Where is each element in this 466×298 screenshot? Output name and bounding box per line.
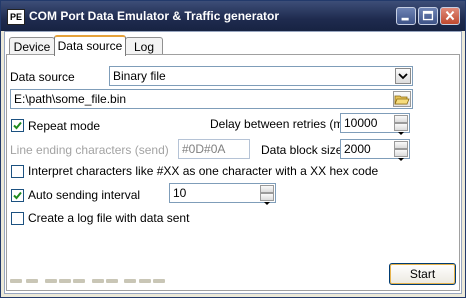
tab-data-source[interactable]: Data source [54,35,126,56]
window-title: COM Port Data Emulator & Traffic generat… [29,9,280,23]
minimize-button[interactable] [396,7,416,25]
block-size-spinbox[interactable]: 2000 [340,139,410,161]
maximize-button[interactable] [418,7,438,25]
close-icon [445,10,455,21]
client-area: Device Data source Log Data source Binar… [4,31,462,294]
app-window: PE COM Port Data Emulator & Traffic gene… [0,0,466,298]
line-ending-value: #0D#0A [182,142,226,156]
block-size-label: Data block size [261,143,343,157]
spin-down-button[interactable] [260,193,274,205]
status-segment [92,279,104,283]
status-segment [45,279,57,283]
folder-open-icon [394,95,410,105]
status-segment [153,279,165,283]
arrow-down-icon [264,202,270,205]
line-ending-field[interactable]: #0D#0A [178,139,250,159]
status-segment [139,279,151,283]
spin-up-button[interactable] [394,141,408,154]
app-icon: PE [7,9,25,25]
block-size-spinner[interactable] [394,141,408,161]
start-button[interactable]: Start [389,263,456,285]
title-bar[interactable]: PE COM Port Data Emulator & Traffic gene… [1,1,465,31]
status-segment [26,279,38,283]
status-segment [106,279,118,283]
delay-label: Delay between retries (ms) [210,117,354,131]
spin-down-button[interactable] [394,149,408,161]
arrow-down-icon [398,132,404,135]
check-icon [13,121,22,130]
spin-up-button[interactable] [260,185,274,198]
status-segment [73,279,85,283]
repeat-mode-checkbox[interactable] [11,119,24,132]
block-size-value: 2000 [344,142,371,156]
maximize-icon [422,10,434,21]
dropdown-button[interactable] [395,68,411,84]
tab-log[interactable]: Log [125,37,163,55]
log-file-checkbox[interactable] [11,212,24,225]
spin-down-button[interactable] [394,123,408,135]
close-button[interactable] [440,7,460,25]
file-path-field[interactable]: E:\path\some_file.bin [10,89,413,109]
arrow-down-icon [398,158,404,161]
auto-send-checkbox[interactable] [11,189,24,202]
auto-send-value: 10 [173,186,187,200]
file-path-value: E:\path\some_file.bin [14,92,127,106]
interpret-label: Interpret characters like #XX as one cha… [28,164,379,178]
browse-button[interactable] [393,91,411,107]
repeat-mode-label: Repeat mode [28,119,101,133]
status-segment [59,279,71,283]
chevron-down-icon [398,73,408,80]
minimize-icon [401,17,409,21]
tab-device[interactable]: Device [9,37,55,55]
auto-send-spinbox[interactable]: 10 [169,183,276,205]
data-source-panel: Data source Binary file E:\path\some_fil… [6,54,460,291]
data-source-select[interactable]: Binary file [109,66,413,86]
delay-spinbox[interactable]: 10000 [340,113,410,135]
check-icon [13,191,22,200]
auto-send-label: Auto sending interval [28,188,141,202]
log-file-label: Create a log file with data sent [28,211,190,225]
interpret-checkbox[interactable] [11,165,24,178]
delay-value: 10000 [344,116,378,130]
delay-spinner[interactable] [394,115,408,135]
auto-send-spinner[interactable] [260,185,274,205]
line-ending-label: Line ending characters (send) [10,143,169,157]
status-segment [124,279,136,283]
data-source-value: Binary file [113,69,166,83]
status-segment [10,279,22,283]
spin-up-button[interactable] [394,115,408,128]
data-source-label: Data source [10,70,75,84]
